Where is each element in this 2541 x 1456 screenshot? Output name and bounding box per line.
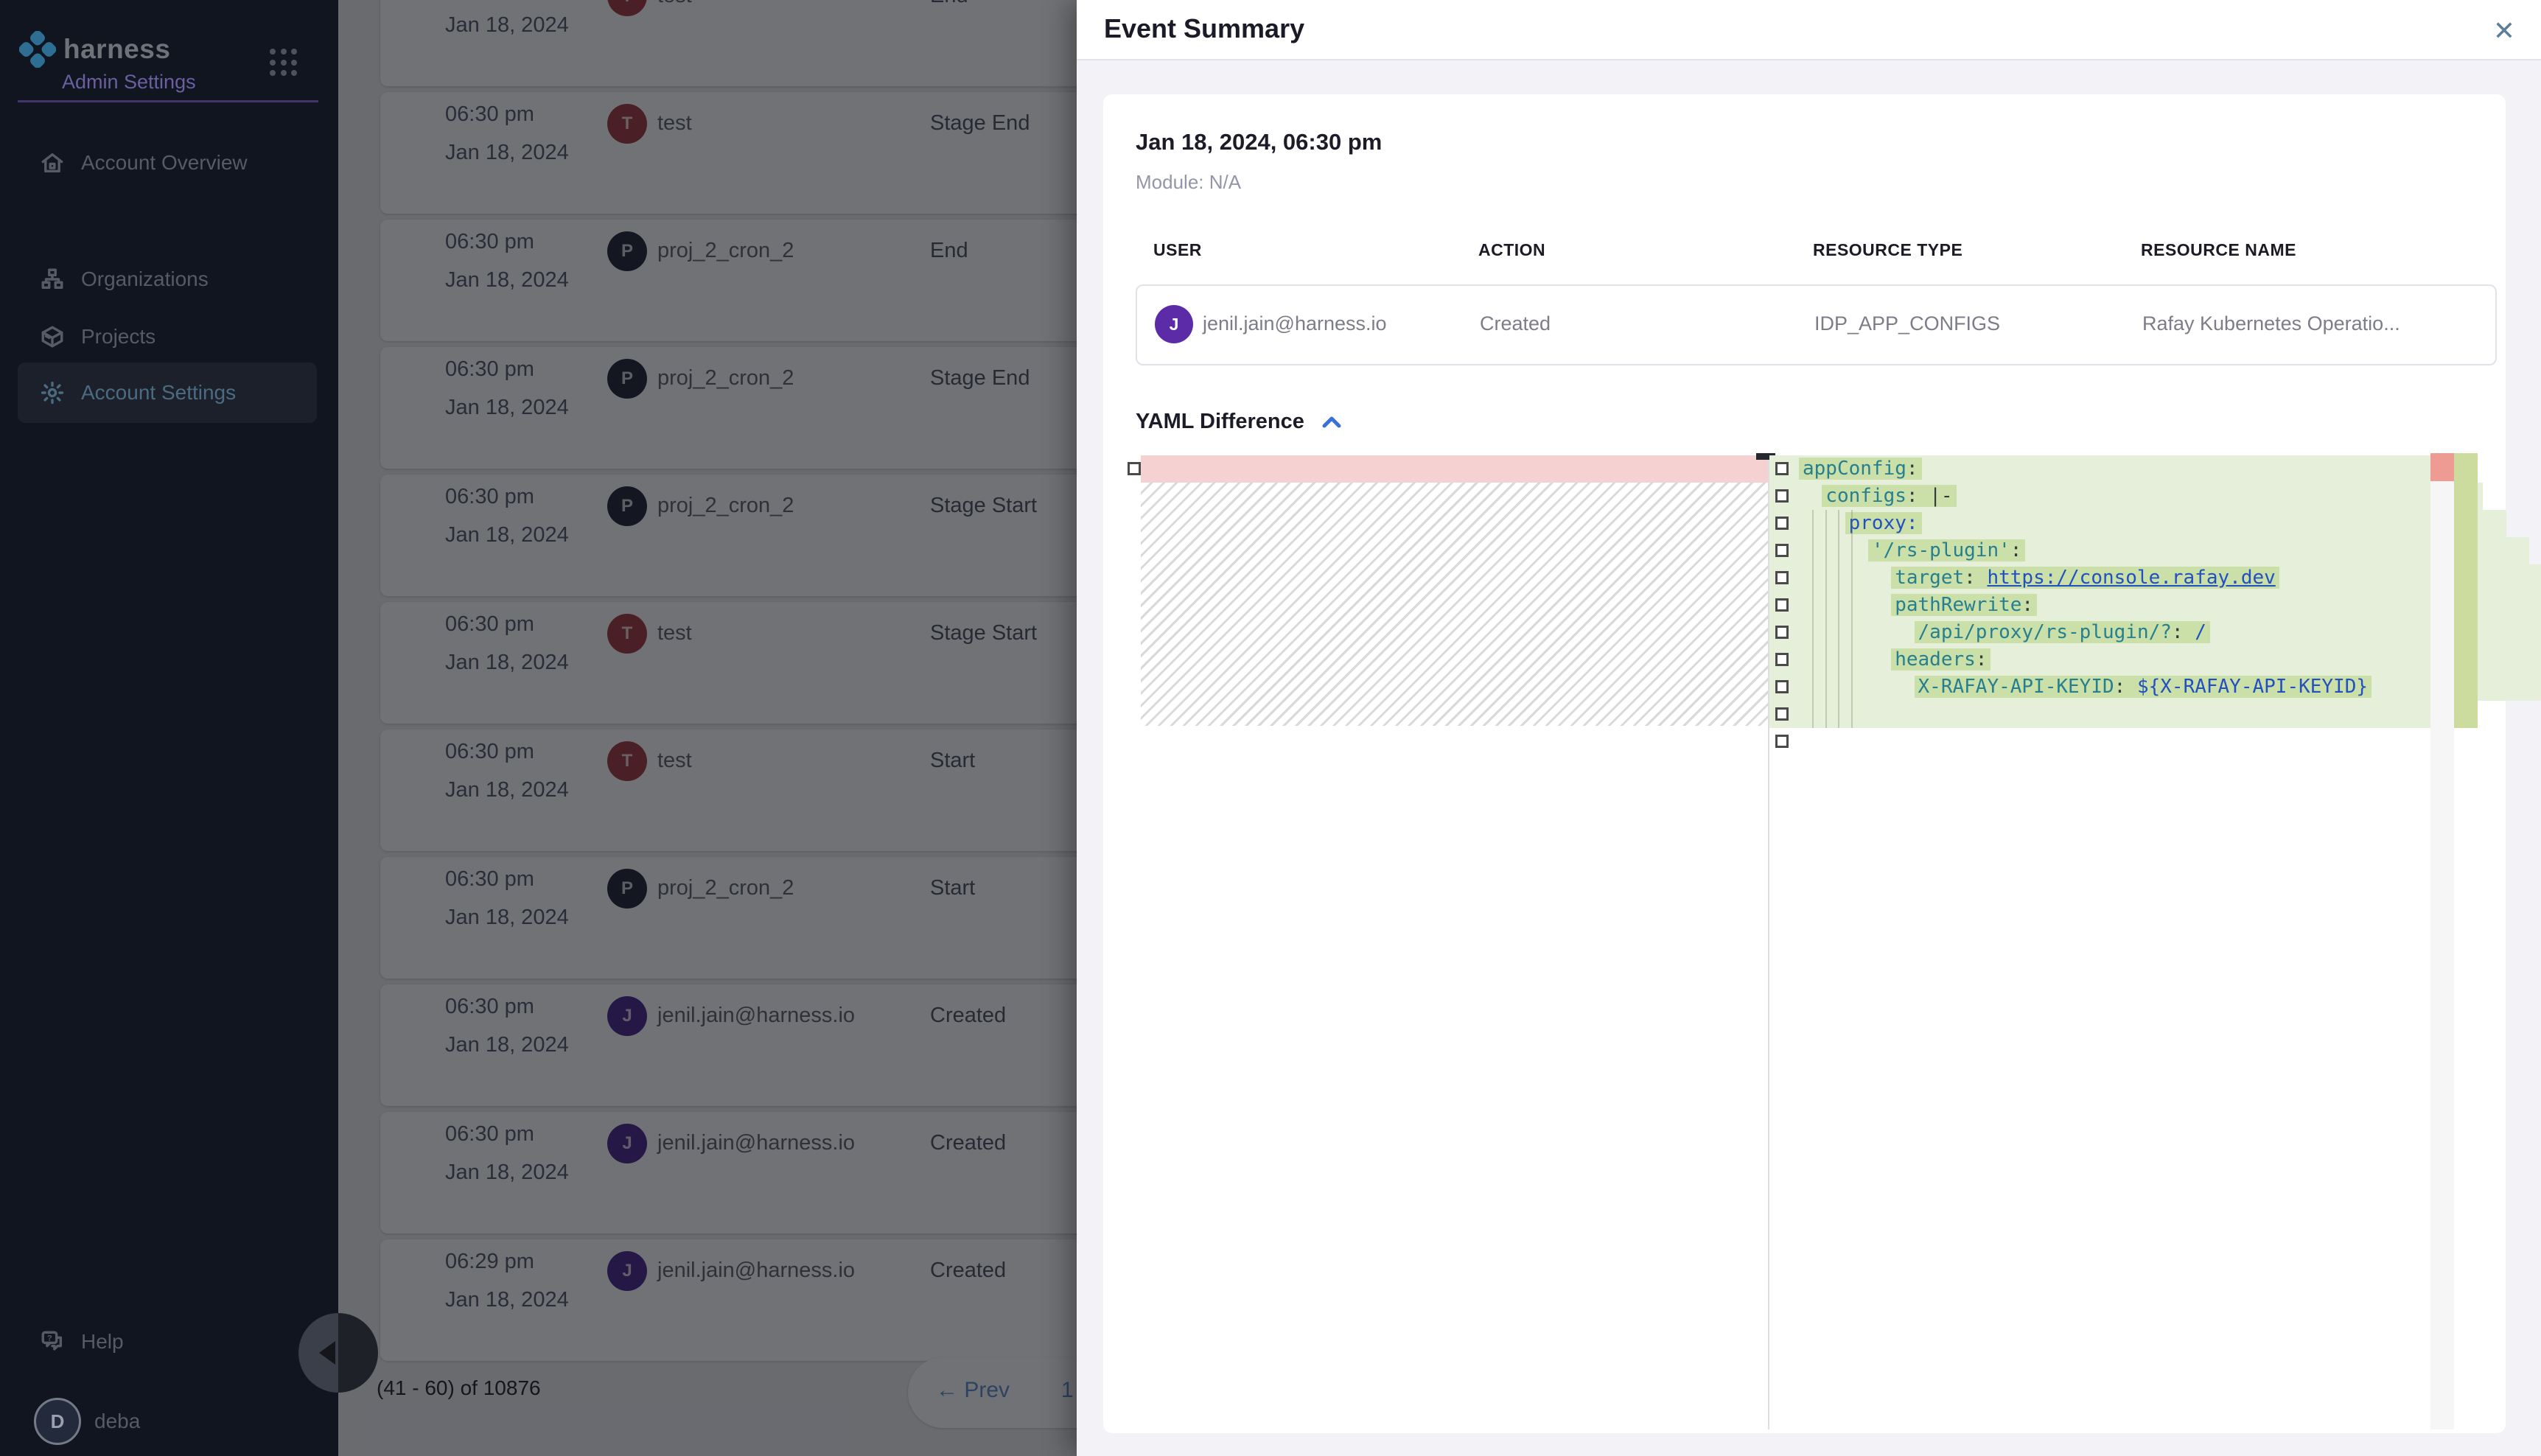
event-resource-name: Rafay Kubernetes Operatio... — [2142, 312, 2400, 335]
yaml-difference-label: YAML Difference — [1136, 410, 1304, 434]
sidebar-item-label: Account Settings — [81, 381, 236, 405]
drawer-header: Event Summary ✕ — [1077, 0, 2541, 60]
sidebar-item-organizations[interactable]: Organizations — [18, 249, 317, 309]
collapse-arrow-icon — [319, 1341, 335, 1365]
event-resource-type: IDP_APP_CONFIGS — [1814, 312, 2000, 335]
diff-added-line: '/rs-plugin': — [1769, 537, 2529, 564]
sidebar-item-label: Account Overview — [81, 151, 248, 175]
close-icon[interactable]: ✕ — [2486, 13, 2522, 49]
fold-marker-icon[interactable] — [1775, 517, 1789, 530]
home-icon — [40, 150, 65, 175]
event-module: Module: N/A — [1136, 171, 1241, 194]
user-avatar: D — [34, 1398, 81, 1445]
yaml-difference-toggle[interactable]: YAML Difference — [1136, 410, 1343, 434]
overview-added-marker — [2454, 453, 2478, 728]
event-user: jenil.jain@harness.io — [1203, 312, 1387, 335]
fold-marker-icon[interactable] — [1775, 571, 1789, 584]
diff-added-line: X-RAFAY-API-KEYID: ${X-RAFAY-API-KEYID} — [1769, 673, 2541, 701]
sidebar-item-account-settings[interactable]: Account Settings — [18, 363, 317, 423]
sidebar-item-projects[interactable]: Projects — [18, 307, 317, 367]
diff-empty-region — [1141, 483, 1769, 726]
indent-guide — [1838, 510, 1839, 728]
diff-added-line: pathRewrite: — [1769, 592, 2541, 619]
diff-added-line: configs: |- — [1769, 483, 2483, 510]
sidebar-item-account-overview[interactable]: Account Overview — [18, 133, 317, 193]
indent-guide — [1825, 510, 1827, 728]
indent-guide — [1812, 510, 1814, 728]
diff-added-line: /api/proxy/rs-plugin/?: / — [1769, 619, 2541, 646]
yaml-diff-editor[interactable]: appConfig:configs: |-proxy:'/rs-plugin':… — [1128, 453, 2478, 1433]
diff-added-line — [1769, 701, 2460, 728]
diff-added-line: target: https://console.rafay.dev — [1769, 564, 2541, 592]
fold-marker-icon[interactable] — [1775, 544, 1789, 557]
fold-marker-icon[interactable] — [1775, 735, 1789, 748]
diff-added-line: headers: — [1769, 646, 2541, 673]
col-header-user: USER — [1153, 240, 1202, 260]
diff-added-line: appConfig: — [1769, 455, 2460, 483]
scrollbar-track[interactable] — [2430, 481, 2454, 1429]
event-datetime: Jan 18, 2024, 06:30 pm — [1136, 129, 1382, 155]
sidebar: harness Admin Settings Account OverviewO… — [0, 0, 338, 1456]
fold-marker-icon[interactable] — [1775, 598, 1789, 612]
fold-marker-icon[interactable] — [1775, 680, 1789, 693]
gear-icon — [40, 380, 65, 405]
col-header-action: ACTION — [1478, 240, 1545, 260]
fold-marker-icon[interactable] — [1775, 462, 1789, 475]
user-name: deba — [94, 1410, 140, 1433]
col-header-resource-type: RESOURCE TYPE — [1813, 240, 1962, 260]
event-table-row: J jenil.jain@harness.io Created IDP_APP_… — [1136, 284, 2497, 365]
sidebar-item-help[interactable]: ? Help — [18, 1312, 317, 1372]
fold-marker-icon[interactable] — [1775, 707, 1789, 721]
diff-removed-line — [1141, 455, 1769, 483]
diff-added-line: proxy: — [1769, 510, 2506, 537]
help-chat-icon: ? — [40, 1329, 65, 1354]
avatar: J — [1155, 305, 1193, 343]
fold-marker-icon[interactable] — [1128, 462, 1141, 475]
col-header-resource-name: RESOURCE NAME — [2141, 240, 2296, 260]
harness-audit-screen: 06:30 pm Jan 18, 2024 T test End 06:30 p… — [0, 0, 2541, 1456]
event-summary-drawer: Event Summary ✕ Jan 18, 2024, 06:30 pm M… — [1077, 0, 2541, 1456]
sidebar-item-label: Projects — [81, 325, 155, 349]
fold-marker-icon[interactable] — [1775, 626, 1789, 639]
indent-guide — [1851, 510, 1853, 728]
event-summary-card: Jan 18, 2024, 06:30 pm Module: N/A USER … — [1103, 94, 2506, 1433]
cube-icon — [40, 324, 65, 349]
sidebar-user[interactable]: D deba — [18, 1391, 317, 1452]
overview-removed-marker — [2430, 453, 2454, 481]
event-action: Created — [1480, 312, 1551, 335]
fold-marker-icon[interactable] — [1775, 489, 1789, 503]
org-icon — [40, 267, 65, 292]
help-label: Help — [81, 1330, 124, 1354]
sidebar-item-label: Organizations — [81, 267, 209, 291]
fold-marker-icon[interactable] — [1775, 653, 1789, 666]
drawer-title: Event Summary — [1104, 13, 1304, 44]
svg-text:?: ? — [47, 1334, 52, 1343]
chevron-up-icon — [1321, 414, 1343, 430]
